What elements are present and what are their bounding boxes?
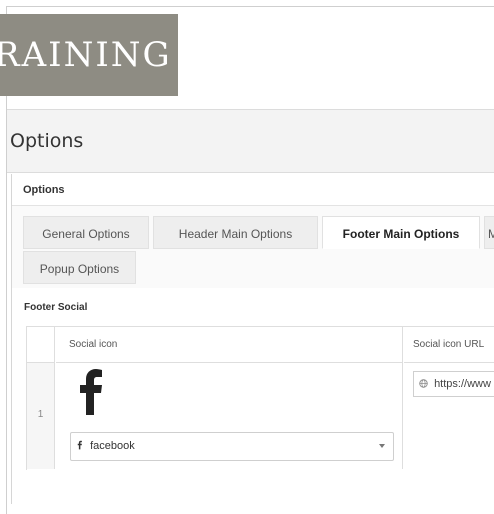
tab-general-options[interactable]: General Options (23, 216, 149, 249)
select-value: facebook (90, 440, 135, 452)
url-value: https://www (434, 378, 491, 390)
tab-popup-options[interactable]: Popup Options (23, 251, 136, 284)
panel-title: Options (12, 174, 494, 206)
brand-logo: RAINING (0, 14, 178, 96)
tab-label: M (488, 227, 494, 241)
facebook-icon (80, 369, 102, 415)
tab-footer-main-options[interactable]: Footer Main Options (322, 216, 480, 249)
tab-more-truncated[interactable]: M (484, 216, 494, 249)
tab-content: Footer Social Social icon Social icon UR… (12, 288, 494, 470)
globe-icon (419, 379, 428, 388)
page-title: Options (10, 130, 84, 152)
row-index: 1 (27, 363, 55, 469)
social-icon-url-input[interactable]: https://www (413, 371, 494, 397)
tab-label: General Options (42, 227, 130, 241)
tab-label: Popup Options (39, 262, 120, 276)
footer-social-table: Social icon Social icon URL 1 facebook h… (26, 326, 494, 470)
table-header-url: Social icon URL (404, 327, 494, 363)
tab-label: Header Main Options (178, 227, 293, 241)
section-label: Footer Social (24, 302, 88, 313)
logo-text: RAINING (0, 35, 172, 75)
tabs-area: General Options Header Main Options Foot… (12, 206, 494, 470)
table-header-index (27, 327, 55, 363)
facebook-icon (77, 440, 82, 450)
table-header-icon: Social icon (56, 327, 403, 363)
options-panel: Options General Options Header Main Opti… (11, 174, 494, 504)
social-icon-select[interactable]: facebook (70, 432, 394, 461)
chevron-down-icon (379, 444, 385, 448)
tab-header-main-options[interactable]: Header Main Options (153, 216, 318, 249)
options-header: Options (7, 109, 494, 173)
tab-label: Footer Main Options (342, 227, 460, 241)
table-row: facebook (56, 363, 403, 469)
